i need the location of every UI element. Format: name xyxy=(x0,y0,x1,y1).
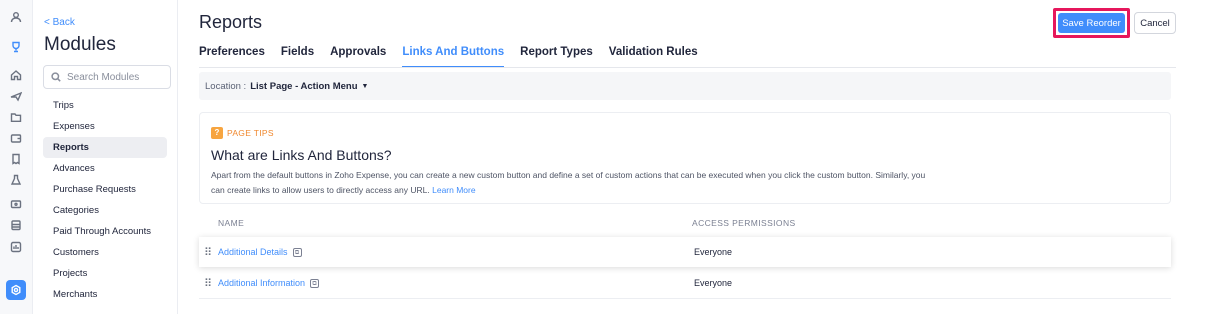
sidebar-item-customers[interactable]: Customers xyxy=(43,242,167,263)
page-title: Reports xyxy=(199,12,263,32)
back-link[interactable]: < Back xyxy=(44,17,75,28)
sidebar-item-categories[interactable]: Categories xyxy=(43,200,167,221)
learn-more-link[interactable]: Learn More xyxy=(432,185,475,195)
settings-icon[interactable] xyxy=(6,280,26,300)
sidebar-item-paid-through-accounts[interactable]: Paid Through Accounts xyxy=(43,221,167,242)
plane-icon[interactable] xyxy=(6,87,26,105)
search-input[interactable] xyxy=(67,71,167,83)
bank-icon[interactable] xyxy=(6,216,26,234)
row-name-cell: Additional Details ⧉ xyxy=(218,247,694,257)
cancel-button[interactable]: Cancel xyxy=(1134,12,1176,34)
receipt-icon[interactable] xyxy=(6,150,26,168)
tab-links-and-buttons[interactable]: Links And Buttons xyxy=(402,46,505,68)
tab-preferences[interactable]: Preferences xyxy=(199,46,265,68)
tabs-divider xyxy=(199,67,1176,68)
sidebar-item-advances[interactable]: Advances xyxy=(43,158,167,179)
location-bar: Location : List Page - Action Menu ▼ xyxy=(199,72,1171,100)
module-list: Trips Expenses Reports Advances Purchase… xyxy=(43,95,167,305)
sidebar-item-projects[interactable]: Projects xyxy=(43,263,167,284)
help-icon: ? xyxy=(211,127,223,139)
column-header-name: NAME xyxy=(218,218,245,228)
card-icon[interactable] xyxy=(6,195,26,213)
folder-icon[interactable] xyxy=(6,108,26,126)
flask-icon[interactable] xyxy=(6,171,26,189)
tab-fields[interactable]: Fields xyxy=(281,46,314,68)
sidebar-item-trips[interactable]: Trips xyxy=(43,95,167,116)
page-tips-heading: What are Links And Buttons? xyxy=(211,147,392,163)
search-icon xyxy=(51,72,61,82)
copy-icon[interactable]: ⧉ xyxy=(310,278,320,288)
copy-icon[interactable]: ⧉ xyxy=(292,247,302,257)
page-tips-text: Apart from the default buttons in Zoho E… xyxy=(211,170,926,195)
modules-sidebar: < Back Modules Trips Expenses Reports Ad… xyxy=(33,0,178,314)
page-tips: ? PAGE TIPS What are Links And Buttons? … xyxy=(199,112,1171,204)
icon-rail xyxy=(0,0,33,314)
save-reorder-button[interactable]: Save Reorder xyxy=(1058,13,1125,33)
chevron-down-icon[interactable]: ▼ xyxy=(362,83,369,90)
sidebar-item-reports[interactable]: Reports xyxy=(43,137,167,158)
table-row[interactable]: ⠿ Additional Details ⧉ Everyone xyxy=(199,237,1171,267)
drag-handle-icon[interactable]: ⠿ xyxy=(204,246,214,259)
save-highlight: Save Reorder xyxy=(1053,8,1130,38)
row-name-link[interactable]: Additional Information xyxy=(218,278,305,288)
row-name-cell: Additional Information ⧉ xyxy=(218,278,694,288)
user-icon[interactable] xyxy=(6,8,26,26)
row-name-link[interactable]: Additional Details xyxy=(218,247,288,257)
location-dropdown[interactable]: List Page - Action Menu xyxy=(250,81,357,92)
page-tips-body: Apart from the default buttons in Zoho E… xyxy=(211,168,931,198)
home-icon[interactable] xyxy=(6,66,26,84)
tab-report-types[interactable]: Report Types xyxy=(520,46,593,68)
row-divider xyxy=(199,298,1171,299)
analytics-icon[interactable] xyxy=(6,238,26,256)
tab-validation-rules[interactable]: Validation Rules xyxy=(609,46,698,68)
sidebar-item-expenses[interactable]: Expenses xyxy=(43,116,167,137)
page-tips-label: PAGE TIPS xyxy=(227,128,274,138)
row-access: Everyone xyxy=(694,247,733,257)
drag-handle-icon[interactable]: ⠿ xyxy=(204,277,214,290)
trophy-icon[interactable] xyxy=(6,38,26,56)
column-header-access: ACCESS PERMISSIONS xyxy=(692,218,796,228)
location-label: Location : xyxy=(205,80,247,92)
search-box[interactable] xyxy=(43,65,171,89)
tab-approvals[interactable]: Approvals xyxy=(330,46,386,68)
sidebar-item-merchants[interactable]: Merchants xyxy=(43,284,167,305)
table-row[interactable]: ⠿ Additional Information ⧉ Everyone xyxy=(199,268,1171,298)
row-access: Everyone xyxy=(694,278,733,288)
tab-bar: Preferences Fields Approvals Links And B… xyxy=(199,46,714,68)
sidebar-item-purchase-requests[interactable]: Purchase Requests xyxy=(43,179,167,200)
wallet-icon[interactable] xyxy=(6,129,26,147)
sidebar-title: Modules xyxy=(44,34,116,55)
